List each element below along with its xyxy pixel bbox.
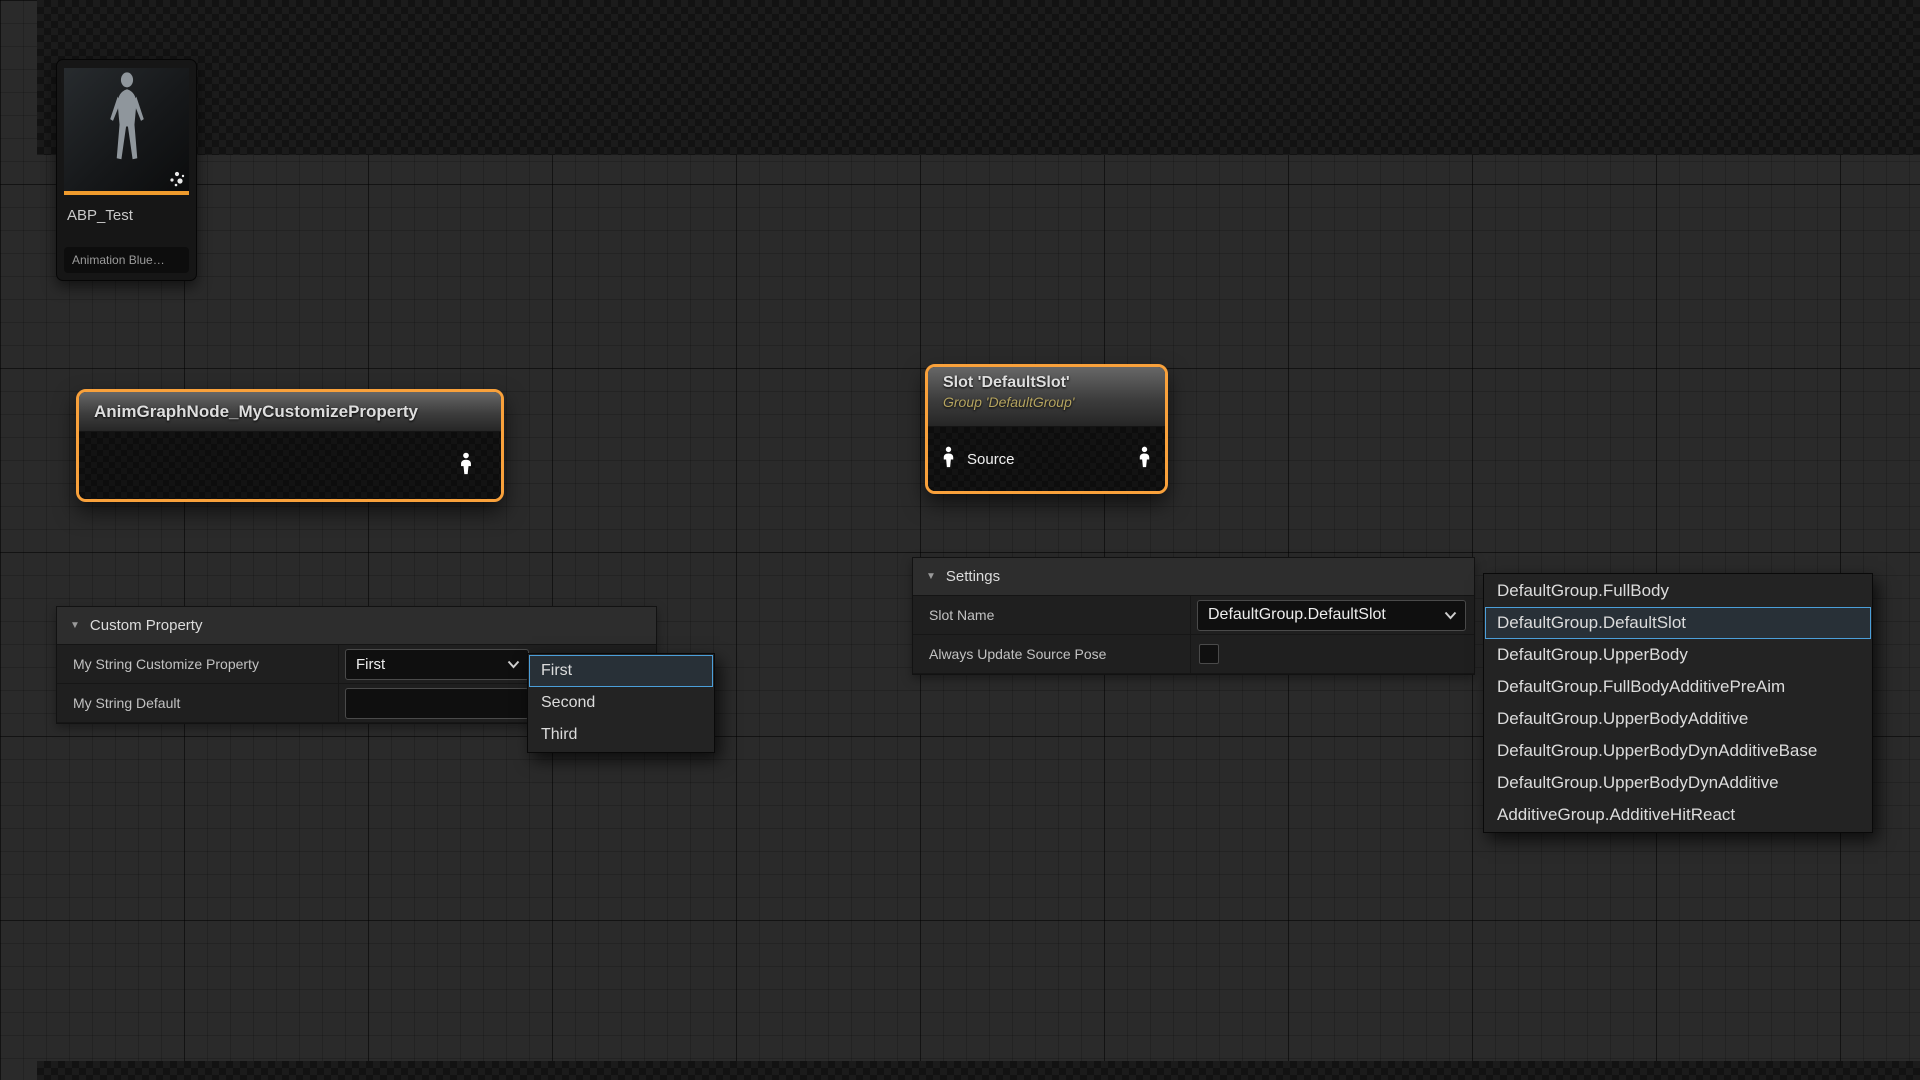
settings-header[interactable]: ▼ Settings xyxy=(913,558,1474,596)
property-label: Always Update Source Pose xyxy=(913,635,1191,673)
menu-item-fullbody[interactable]: DefaultGroup.FullBody xyxy=(1485,575,1871,607)
node-title: AnimGraphNode_MyCustomizeProperty xyxy=(94,402,418,421)
property-row-slot-name: Slot Name DefaultGroup.DefaultSlot xyxy=(913,596,1474,635)
asset-card-abp-test[interactable]: ABP_Test Animation Blue… xyxy=(56,59,197,281)
chevron-down-icon xyxy=(1444,611,1457,620)
node-header[interactable]: Slot 'DefaultSlot' Group 'DefaultGroup' xyxy=(928,367,1165,427)
menu-item-upperbodyadditive[interactable]: DefaultGroup.UpperBodyAdditive xyxy=(1485,703,1871,735)
custom-property-header[interactable]: ▼ Custom Property xyxy=(57,607,656,645)
node-title: Slot 'DefaultSlot' xyxy=(943,374,1165,392)
menu-item-first[interactable]: First xyxy=(529,655,713,687)
asset-thumbnail xyxy=(64,68,189,191)
chevron-down-icon xyxy=(507,660,520,669)
string-default-input[interactable] xyxy=(345,688,529,719)
pose-output-pin[interactable] xyxy=(1136,446,1153,473)
property-label: My String Customize Property xyxy=(57,645,339,683)
property-label: My String Default xyxy=(57,684,339,722)
property-label: Slot Name xyxy=(913,596,1191,634)
node-header[interactable]: AnimGraphNode_MyCustomizeProperty xyxy=(79,392,501,432)
menu-item-fullbodyadditivepreaim[interactable]: DefaultGroup.FullBodyAdditivePreAim xyxy=(1485,671,1871,703)
bottom-dark-band xyxy=(37,1061,1920,1080)
asset-type-label: Animation Blue… xyxy=(64,247,189,273)
collapse-arrow-icon[interactable]: ▼ xyxy=(70,620,80,631)
menu-item-upperbody[interactable]: DefaultGroup.UpperBody xyxy=(1485,639,1871,671)
settings-header-label: Settings xyxy=(946,568,1000,585)
mannequin-figure-icon xyxy=(99,68,155,172)
node-slot-defaultslot[interactable]: Slot 'DefaultSlot' Group 'DefaultGroup' … xyxy=(925,364,1168,494)
menu-item-upperbodydynadditive[interactable]: DefaultGroup.UpperBodyDynAdditive xyxy=(1485,767,1871,799)
menu-item-defaultslot[interactable]: DefaultGroup.DefaultSlot xyxy=(1485,607,1871,639)
top-dark-band xyxy=(37,0,1920,155)
slot-name-dropdown-menu: DefaultGroup.FullBody DefaultGroup.Defau… xyxy=(1483,573,1873,833)
menu-item-second[interactable]: Second xyxy=(529,687,713,719)
string-customize-dropdown-value: First xyxy=(356,656,385,673)
particle-sparkle-icon xyxy=(167,169,187,189)
collapse-arrow-icon[interactable]: ▼ xyxy=(926,571,936,582)
slot-name-dropdown[interactable]: DefaultGroup.DefaultSlot xyxy=(1197,600,1466,631)
node-body xyxy=(79,432,501,499)
menu-item-upperbodydynadditivebase[interactable]: DefaultGroup.UpperBodyDynAdditiveBase xyxy=(1485,735,1871,767)
property-row-always-update: Always Update Source Pose xyxy=(913,635,1474,674)
settings-panel: ▼ Settings Slot Name DefaultGroup.Defaul… xyxy=(912,557,1475,675)
source-input-pin[interactable] xyxy=(940,446,957,473)
menu-item-additivehitreact[interactable]: AdditiveGroup.AdditiveHitReact xyxy=(1485,799,1871,831)
string-customize-dropdown[interactable]: First xyxy=(345,649,529,680)
node-subtitle: Group 'DefaultGroup' xyxy=(943,394,1165,410)
pose-output-pin[interactable] xyxy=(457,452,475,480)
source-pin-label: Source xyxy=(967,451,1126,468)
always-update-source-pose-checkbox[interactable] xyxy=(1199,644,1219,664)
menu-item-third[interactable]: Third xyxy=(529,719,713,751)
slot-name-dropdown-value: DefaultGroup.DefaultSlot xyxy=(1208,606,1386,624)
custom-property-header-label: Custom Property xyxy=(90,617,203,634)
string-dropdown-menu: First Second Third xyxy=(527,653,715,753)
node-body: Source xyxy=(928,427,1165,491)
asset-title: ABP_Test xyxy=(57,195,196,228)
node-anim-graph-customize-property[interactable]: AnimGraphNode_MyCustomizeProperty xyxy=(76,389,504,502)
